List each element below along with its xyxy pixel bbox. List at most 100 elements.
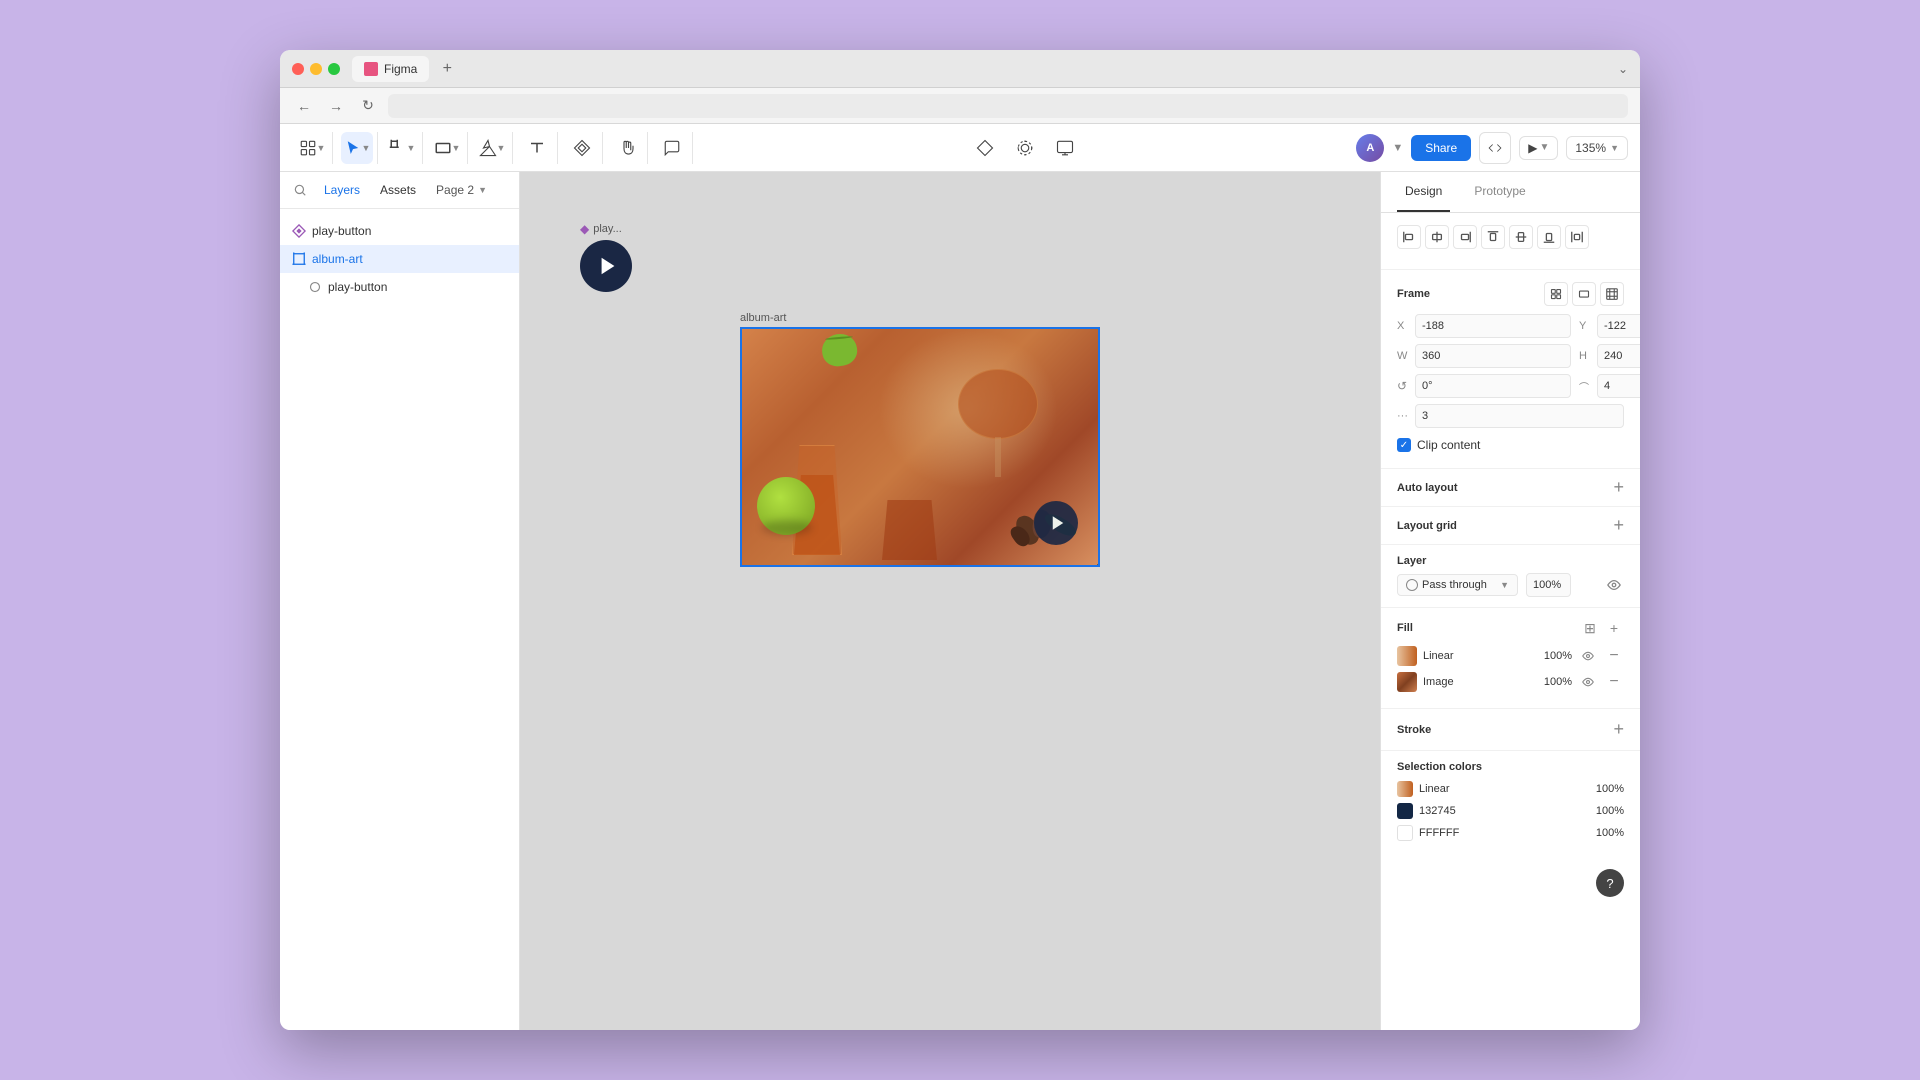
align-top-button[interactable] (1481, 225, 1505, 249)
blend-mode-label: Pass through (1422, 579, 1496, 591)
toolbar-right: A ▼ Share ▶ ▼ 135% ▼ (1356, 132, 1628, 164)
frame-tool[interactable]: ▼ (386, 132, 418, 164)
fill-section: Fill ⊞ + Linear 100% (1381, 608, 1640, 709)
present-button[interactable] (1049, 132, 1081, 164)
fill-image-opacity: 100% (1537, 676, 1572, 688)
corner-input[interactable] (1597, 374, 1640, 398)
fill-linear-swatch[interactable] (1397, 646, 1417, 666)
fill-image-row: Image 100% − (1397, 672, 1624, 692)
avatar-chevron[interactable]: ▼ (1392, 142, 1403, 154)
forward-button[interactable]: → (324, 94, 348, 118)
layer-item-album-art[interactable]: album-art (280, 245, 519, 273)
play-circle-button[interactable] (580, 240, 632, 292)
back-button[interactable]: ← (292, 94, 316, 118)
code-view-button[interactable] (1479, 132, 1511, 164)
h-input[interactable] (1597, 344, 1640, 368)
frame-clip-button[interactable] (1544, 282, 1568, 306)
align-right-button[interactable] (1453, 225, 1477, 249)
frame-view-button[interactable] (1572, 282, 1596, 306)
design-tab[interactable]: Design (1397, 172, 1450, 212)
user-avatar[interactable]: A (1356, 134, 1384, 162)
select-tool[interactable]: ▼ (341, 132, 373, 164)
components-button[interactable] (969, 132, 1001, 164)
play-button-overlay[interactable] (1034, 501, 1078, 545)
rotation-input[interactable] (1415, 374, 1571, 398)
stroke-count-input[interactable] (1415, 404, 1624, 428)
album-art-frame[interactable]: 360 × 240 ↗ (740, 327, 1100, 567)
align-bottom-button[interactable] (1537, 225, 1561, 249)
alignment-section (1381, 213, 1640, 270)
clip-content-checkbox[interactable] (1397, 438, 1411, 452)
align-left-button[interactable] (1397, 225, 1421, 249)
fill-image-swatch[interactable] (1397, 672, 1417, 692)
y-input[interactable] (1597, 314, 1640, 338)
auto-layout-section: Auto layout + (1381, 469, 1640, 507)
play-chevron: ▼ (1539, 142, 1549, 153)
sel-132745-swatch[interactable] (1397, 803, 1413, 819)
frame-controls (1544, 282, 1624, 306)
layout-grid-label: Layout grid (1397, 520, 1457, 532)
new-tab-button[interactable]: + (437, 59, 457, 79)
prototype-tab[interactable]: Prototype (1466, 172, 1533, 212)
assets-tab[interactable]: Assets (372, 180, 424, 200)
main-menu-button[interactable]: ▼ (296, 132, 328, 164)
text-tool[interactable] (521, 132, 553, 164)
frame-section: Frame (1381, 270, 1640, 469)
minimize-button[interactable] (310, 63, 322, 75)
fill-image-visibility[interactable] (1578, 672, 1598, 692)
frame-resize-button[interactable] (1600, 282, 1624, 306)
cursor: ↗ (1091, 554, 1100, 567)
fill-add-button[interactable]: + (1604, 618, 1624, 638)
maximize-button[interactable] (328, 63, 340, 75)
x-input[interactable] (1415, 314, 1571, 338)
layers-search-icon[interactable] (292, 182, 308, 198)
component-tool[interactable] (566, 132, 598, 164)
zoom-control[interactable]: 135% ▼ (1566, 136, 1628, 160)
share-button[interactable]: Share (1411, 135, 1471, 161)
page-selector[interactable]: Page 2 ▼ (428, 180, 495, 200)
layers-tab[interactable]: Layers (316, 180, 368, 200)
opacity-input[interactable] (1526, 573, 1571, 597)
dark-mode-button[interactable] (1009, 132, 1041, 164)
figma-tab[interactable]: Figma (352, 56, 429, 82)
sel-132745-label: 132745 (1419, 805, 1590, 817)
fill-image-remove[interactable]: − (1604, 672, 1624, 692)
traffic-lights (292, 63, 340, 75)
hand-tool[interactable] (611, 132, 643, 164)
play-toolbar-button[interactable]: ▶ ▼ (1519, 136, 1558, 160)
small-glass (882, 500, 937, 560)
play-frame-label: play... (593, 223, 622, 235)
play-label-above: ◆ play... (580, 222, 632, 236)
stroke-count-icon: ··· (1397, 410, 1411, 422)
window-controls-chevron[interactable]: ⌄ (1618, 62, 1628, 76)
fill-grid-button[interactable]: ⊞ (1580, 618, 1600, 638)
stroke-add[interactable]: + (1613, 719, 1624, 740)
layer-item-play-button[interactable]: play-button (280, 217, 519, 245)
visibility-toggle[interactable] (1604, 575, 1624, 595)
layer-item-play-button-child[interactable]: play-button (280, 273, 519, 301)
url-bar[interactable] (388, 94, 1628, 118)
align-center-h-button[interactable] (1425, 225, 1449, 249)
cocktail-image (742, 329, 1098, 565)
sel-linear-swatch[interactable] (1397, 781, 1413, 797)
blend-mode-dropdown[interactable]: Pass through ▼ (1397, 574, 1518, 596)
distribute-h-button[interactable] (1565, 225, 1589, 249)
fill-linear-visibility[interactable] (1578, 646, 1598, 666)
w-input[interactable] (1415, 344, 1571, 368)
pen-tool[interactable]: ▼ (476, 132, 508, 164)
refresh-button[interactable]: ↻ (356, 94, 380, 118)
auto-layout-add[interactable]: + (1613, 477, 1624, 498)
help-button[interactable]: ? (1596, 869, 1624, 897)
align-center-v-button[interactable] (1509, 225, 1533, 249)
sel-ffffff-swatch[interactable] (1397, 825, 1413, 841)
layout-grid-add[interactable]: + (1613, 515, 1624, 536)
canvas-area[interactable]: ◆ play... album-art (520, 172, 1380, 1030)
fill-linear-remove[interactable]: − (1604, 646, 1624, 666)
comment-tool[interactable] (656, 132, 688, 164)
glass-stem (995, 437, 1001, 477)
close-button[interactable] (292, 63, 304, 75)
sel-132745-opacity: 100% (1596, 805, 1624, 817)
x-label: X (1397, 320, 1411, 332)
rectangle-tool[interactable]: ▼ (431, 132, 463, 164)
right-panel-tabs: Design Prototype (1381, 172, 1640, 213)
